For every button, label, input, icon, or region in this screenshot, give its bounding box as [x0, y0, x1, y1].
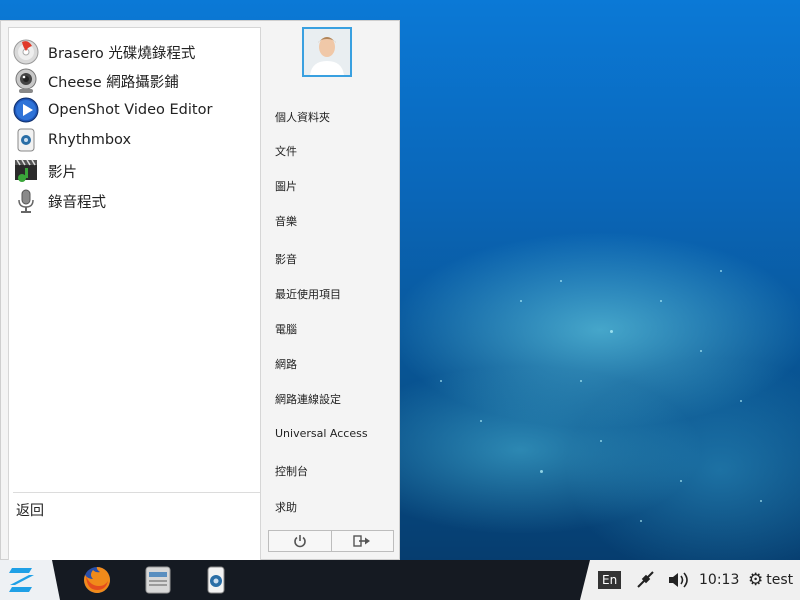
app-label: 影片 — [48, 164, 77, 181]
volume-icon — [669, 572, 688, 588]
keyboard-layout-indicator[interactable]: En — [598, 560, 622, 600]
rhythmbox-icon — [207, 566, 225, 594]
network-wired-icon — [637, 571, 654, 588]
session-buttons — [268, 530, 394, 552]
power-button[interactable] — [269, 531, 332, 551]
app-label: Cheese 網路攝影鋪 — [48, 74, 179, 91]
rhythmbox-icon — [13, 127, 39, 153]
brasero-icon — [13, 39, 39, 65]
clock[interactable]: 10:13 — [699, 560, 739, 600]
app-label: OpenShot Video Editor — [48, 102, 213, 118]
username-label: test — [766, 572, 794, 588]
firefox-icon — [84, 567, 110, 593]
taskbar-firefox[interactable] — [81, 564, 113, 596]
logout-button[interactable] — [331, 531, 393, 551]
app-label: Brasero 光碟燒錄程式 — [48, 45, 196, 62]
microphone-icon — [13, 188, 39, 214]
place-recent[interactable]: 最近使用項目 — [275, 286, 341, 302]
place-pictures[interactable]: 圖片 — [275, 178, 297, 194]
file-manager-icon — [145, 566, 171, 594]
network-indicator[interactable] — [635, 560, 655, 600]
app-item-sound-recorder[interactable]: 錄音程式 — [13, 187, 253, 215]
start-button[interactable] — [0, 560, 60, 600]
app-item-rhythmbox[interactable]: Rhythmbox — [13, 126, 253, 154]
place-documents[interactable]: 文件 — [275, 143, 297, 159]
back-button[interactable]: 返回 — [16, 498, 44, 522]
start-menu: Brasero 光碟燒錄程式 Cheese 網路攝影鋪 OpenShot Vid… — [0, 20, 400, 571]
taskbar-file-manager[interactable] — [142, 564, 174, 596]
app-list-panel: Brasero 光碟燒錄程式 Cheese 網路攝影鋪 OpenShot Vid… — [8, 27, 261, 571]
place-music[interactable]: 音樂 — [275, 213, 297, 229]
app-item-brasero[interactable]: Brasero 光碟燒錄程式 — [13, 38, 253, 66]
divider — [13, 492, 260, 493]
taskbar: En 10:13 ⚙ test — [0, 560, 800, 600]
place-network-settings[interactable]: 網路連線設定 — [275, 391, 341, 407]
taskbar-rhythmbox[interactable] — [200, 564, 232, 596]
app-label: 錄音程式 — [48, 194, 106, 211]
place-videos[interactable]: 影音 — [275, 251, 297, 267]
app-label: Rhythmbox — [48, 132, 132, 148]
app-item-openshot[interactable]: OpenShot Video Editor — [13, 96, 253, 124]
place-help[interactable]: 求助 — [275, 499, 297, 515]
place-universal-access[interactable]: Universal Access — [275, 427, 368, 440]
gear-icon: ⚙ — [748, 570, 764, 590]
user-menu[interactable]: ⚙ test — [748, 560, 793, 600]
place-control-panel[interactable]: 控制台 — [275, 463, 308, 479]
system-tray: En 10:13 ⚙ test — [580, 560, 800, 600]
video-icon — [13, 158, 39, 184]
logout-icon — [353, 535, 370, 547]
place-home[interactable]: 個人資料夾 — [275, 109, 330, 125]
app-item-videos[interactable]: 影片 — [13, 157, 253, 185]
place-network[interactable]: 網路 — [275, 356, 297, 372]
volume-indicator[interactable] — [667, 560, 689, 600]
keyboard-layout-label: En — [598, 571, 622, 589]
app-item-cheese[interactable]: Cheese 網路攝影鋪 — [13, 67, 253, 95]
power-icon — [294, 535, 306, 548]
openshot-icon — [13, 97, 39, 123]
user-avatar[interactable] — [302, 27, 352, 77]
zorin-logo-icon — [9, 568, 34, 592]
webcam-icon — [13, 68, 39, 94]
place-computer[interactable]: 電腦 — [275, 321, 297, 337]
